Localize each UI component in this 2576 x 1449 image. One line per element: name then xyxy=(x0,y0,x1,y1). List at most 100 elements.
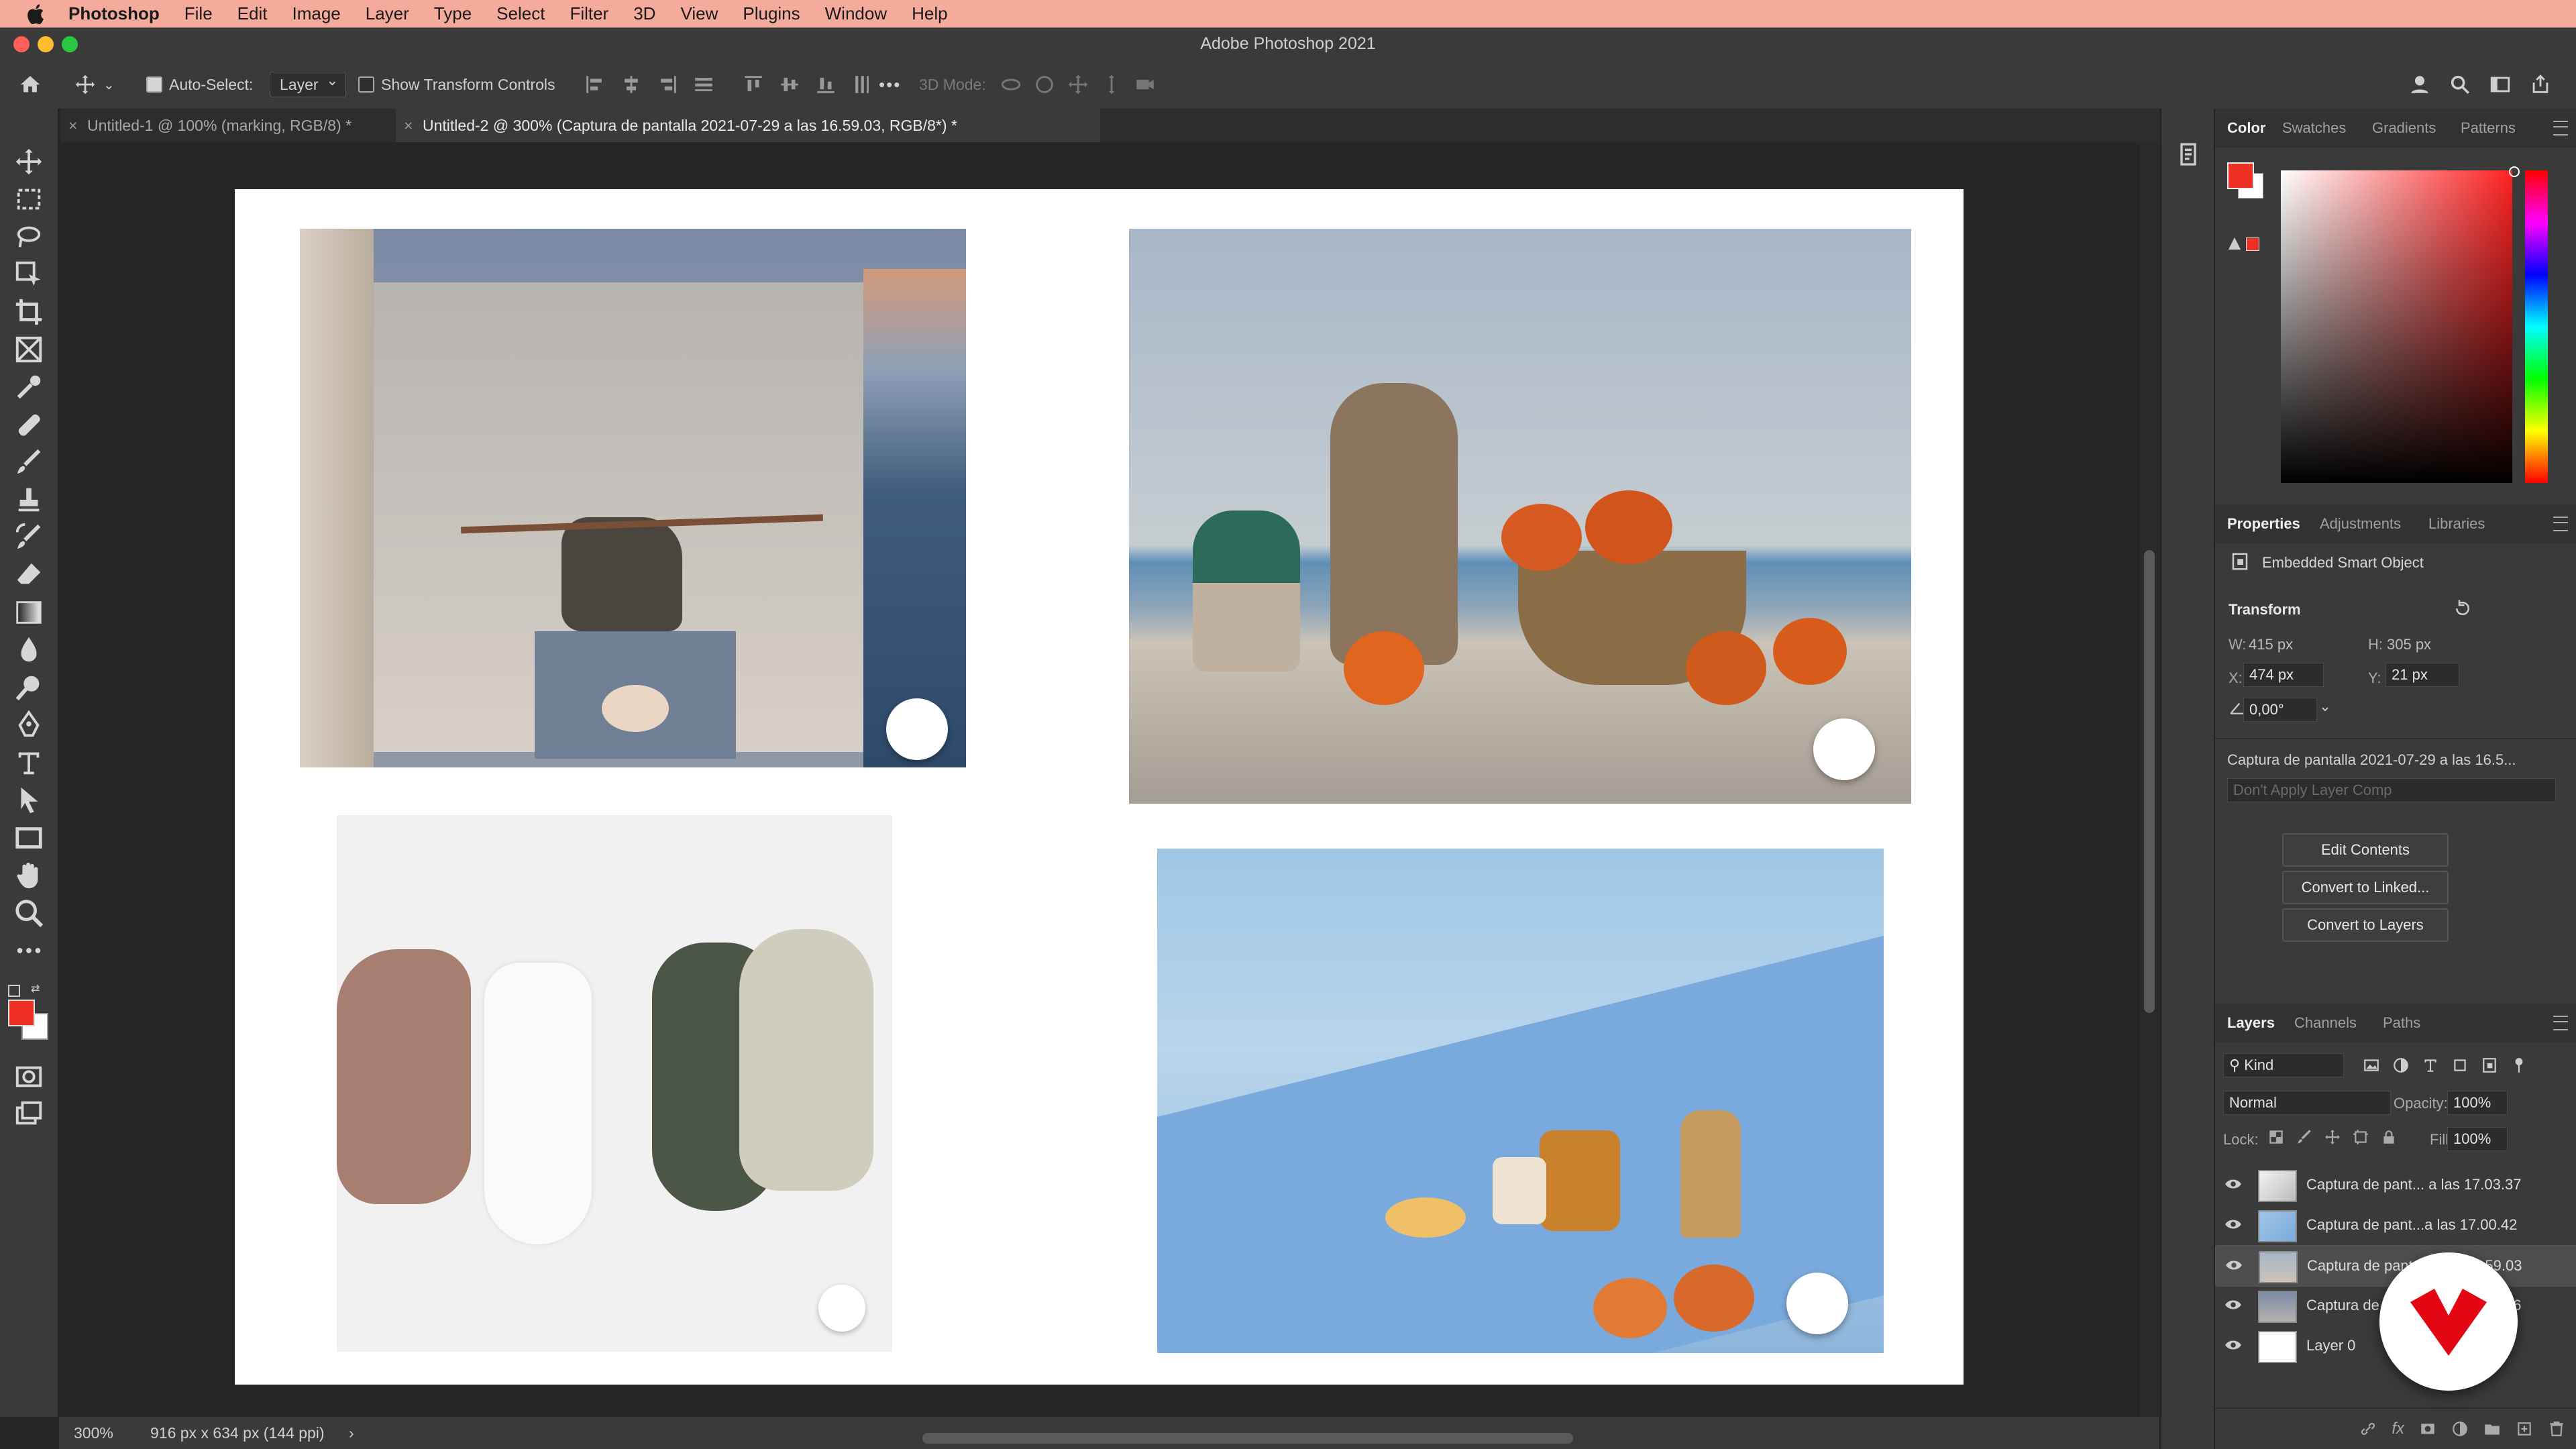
menu-image[interactable]: Image xyxy=(292,3,340,24)
panel-menu-icon[interactable] xyxy=(2553,517,2568,531)
tab-swatches[interactable]: Swatches xyxy=(2282,109,2346,148)
canvas-image-jugs-peaches[interactable] xyxy=(1129,229,1911,804)
status-arrow-button[interactable]: › xyxy=(349,1417,354,1449)
more-tools-icon[interactable] xyxy=(13,935,44,966)
align-top-icon[interactable] xyxy=(742,73,765,96)
layer-style-fx-icon[interactable]: fx xyxy=(2392,1419,2404,1438)
canvas-image-ceramic-vases[interactable] xyxy=(337,815,892,1352)
tab-color[interactable]: Color xyxy=(2227,109,2265,148)
lock-pixels-icon[interactable] xyxy=(2296,1128,2313,1146)
lock-all-icon[interactable] xyxy=(2380,1128,2398,1146)
color-foreground-swatch[interactable] xyxy=(2227,162,2254,189)
layer-comp-dropdown[interactable]: Don't Apply Layer Comp xyxy=(2227,778,2556,802)
3d-roll-icon[interactable] xyxy=(1033,73,1056,96)
visibility-eye-icon[interactable] xyxy=(2224,1338,2242,1352)
type-tool-icon[interactable] xyxy=(13,747,44,778)
3d-camera-icon[interactable] xyxy=(1134,73,1157,96)
blur-tool-icon[interactable] xyxy=(13,635,44,665)
3d-pan-icon[interactable] xyxy=(1067,73,1089,96)
eyedropper-tool-icon[interactable] xyxy=(13,372,44,402)
foreground-color-swatch[interactable] xyxy=(8,1000,35,1026)
reset-transform-icon[interactable] xyxy=(2453,598,2473,619)
auto-select-target-dropdown[interactable]: Layer xyxy=(270,68,346,97)
align-left-icon[interactable] xyxy=(584,73,606,96)
document-canvas[interactable] xyxy=(235,189,1964,1385)
quick-mask-icon[interactable] xyxy=(13,1061,44,1092)
align-bottom-icon[interactable] xyxy=(814,73,837,96)
new-layer-icon[interactable] xyxy=(2516,1420,2533,1438)
visibility-eye-icon[interactable] xyxy=(2224,1297,2242,1312)
healing-brush-tool-icon[interactable] xyxy=(13,409,44,440)
auto-select-toggle[interactable]: Auto-Select: xyxy=(146,60,253,109)
color-picker-field[interactable] xyxy=(2281,170,2512,483)
tab-libraries[interactable]: Libraries xyxy=(2428,504,2485,543)
menu-3d[interactable]: 3D xyxy=(633,3,655,24)
horizontal-scroll-thumb[interactable] xyxy=(922,1433,1573,1444)
align-right-icon[interactable] xyxy=(656,73,679,96)
menu-layer[interactable]: Layer xyxy=(366,3,409,24)
visual-search-button[interactable] xyxy=(1813,718,1875,780)
canvas-image-rock-still-life[interactable] xyxy=(300,229,966,767)
menu-plugins[interactable]: Plugins xyxy=(743,3,800,24)
menu-view[interactable]: View xyxy=(680,3,718,24)
apple-logo-icon[interactable] xyxy=(25,3,48,25)
tab-untitled-2[interactable]: × Untitled-2 @ 300% (Captura de pantalla… xyxy=(396,109,1100,142)
marquee-tool-icon[interactable] xyxy=(13,184,44,215)
close-tab-icon[interactable]: × xyxy=(404,109,413,142)
edit-contents-button[interactable]: Edit Contents xyxy=(2282,833,2449,867)
distribute-vertical-icon[interactable] xyxy=(851,73,873,96)
cloud-user-icon[interactable] xyxy=(2408,73,2431,96)
pixel-filter-icon[interactable] xyxy=(2363,1057,2380,1074)
lock-artboard-icon[interactable] xyxy=(2352,1128,2369,1146)
share-icon[interactable] xyxy=(2529,73,2552,96)
panel-menu-icon[interactable] xyxy=(2553,121,2568,136)
object-selection-tool-icon[interactable] xyxy=(13,259,44,290)
path-selection-tool-icon[interactable] xyxy=(13,785,44,816)
menu-edit[interactable]: Edit xyxy=(237,3,268,24)
lasso-tool-icon[interactable] xyxy=(13,221,44,252)
history-panel-icon[interactable] xyxy=(2175,141,2202,168)
layer-name[interactable]: Captura de pant...a las 17.00.42 xyxy=(2306,1205,2517,1245)
lock-transparent-icon[interactable] xyxy=(2267,1128,2285,1146)
blend-mode-dropdown[interactable]: Normal xyxy=(2223,1091,2391,1115)
visibility-eye-icon[interactable] xyxy=(2224,1177,2242,1191)
move-tool-preset-button[interactable]: ⌄ xyxy=(74,60,115,109)
distribute-icon[interactable] xyxy=(692,73,715,96)
panel-menu-icon[interactable] xyxy=(2553,1016,2568,1030)
type-filter-icon[interactable] xyxy=(2422,1057,2439,1074)
link-layers-icon[interactable] xyxy=(2359,1420,2377,1438)
show-transform-checkbox[interactable] xyxy=(358,76,374,93)
tab-adjustments[interactable]: Adjustments xyxy=(2320,504,2401,543)
x-position-input[interactable]: 474 px xyxy=(2243,663,2324,687)
smart-object-filter-icon[interactable] xyxy=(2481,1057,2498,1074)
new-group-icon[interactable] xyxy=(2483,1420,2501,1438)
menu-filter[interactable]: Filter xyxy=(570,3,608,24)
color-picker-handle[interactable] xyxy=(2509,166,2520,177)
delete-layer-icon[interactable] xyxy=(2548,1420,2565,1438)
menu-help[interactable]: Help xyxy=(912,3,947,24)
visibility-eye-icon[interactable] xyxy=(2225,1258,2243,1273)
menu-type[interactable]: Type xyxy=(434,3,472,24)
menu-app-name[interactable]: Photoshop xyxy=(68,3,160,24)
vertical-scroll-thumb[interactable] xyxy=(2144,550,2155,1013)
pen-tool-icon[interactable] xyxy=(13,710,44,741)
workspace-icon[interactable] xyxy=(2489,73,2512,96)
auto-select-checkbox[interactable] xyxy=(146,76,162,93)
more-options-button[interactable]: ••• xyxy=(879,60,901,109)
align-middle-icon[interactable] xyxy=(778,73,801,96)
tab-layers[interactable]: Layers xyxy=(2227,1004,2275,1042)
visibility-eye-icon[interactable] xyxy=(2224,1217,2242,1232)
rectangle-tool-icon[interactable] xyxy=(13,822,44,853)
angle-input[interactable]: 0,00° xyxy=(2243,698,2317,722)
layer-row[interactable]: Captura de pant... a las 17.03.37 xyxy=(2215,1165,2576,1205)
adjustment-filter-icon[interactable] xyxy=(2392,1057,2410,1074)
add-mask-icon[interactable] xyxy=(2419,1420,2436,1438)
zoom-level[interactable]: 300% xyxy=(74,1417,113,1449)
tab-channels[interactable]: Channels xyxy=(2294,1004,2357,1042)
gamut-color-swatch[interactable] xyxy=(2246,237,2259,251)
layer-filter-kind-dropdown[interactable]: ⚲ Kind xyxy=(2223,1053,2344,1077)
align-center-icon[interactable] xyxy=(620,73,643,96)
tab-gradients[interactable]: Gradients xyxy=(2372,109,2436,148)
hand-tool-icon[interactable] xyxy=(13,860,44,891)
crop-tool-icon[interactable] xyxy=(13,297,44,327)
